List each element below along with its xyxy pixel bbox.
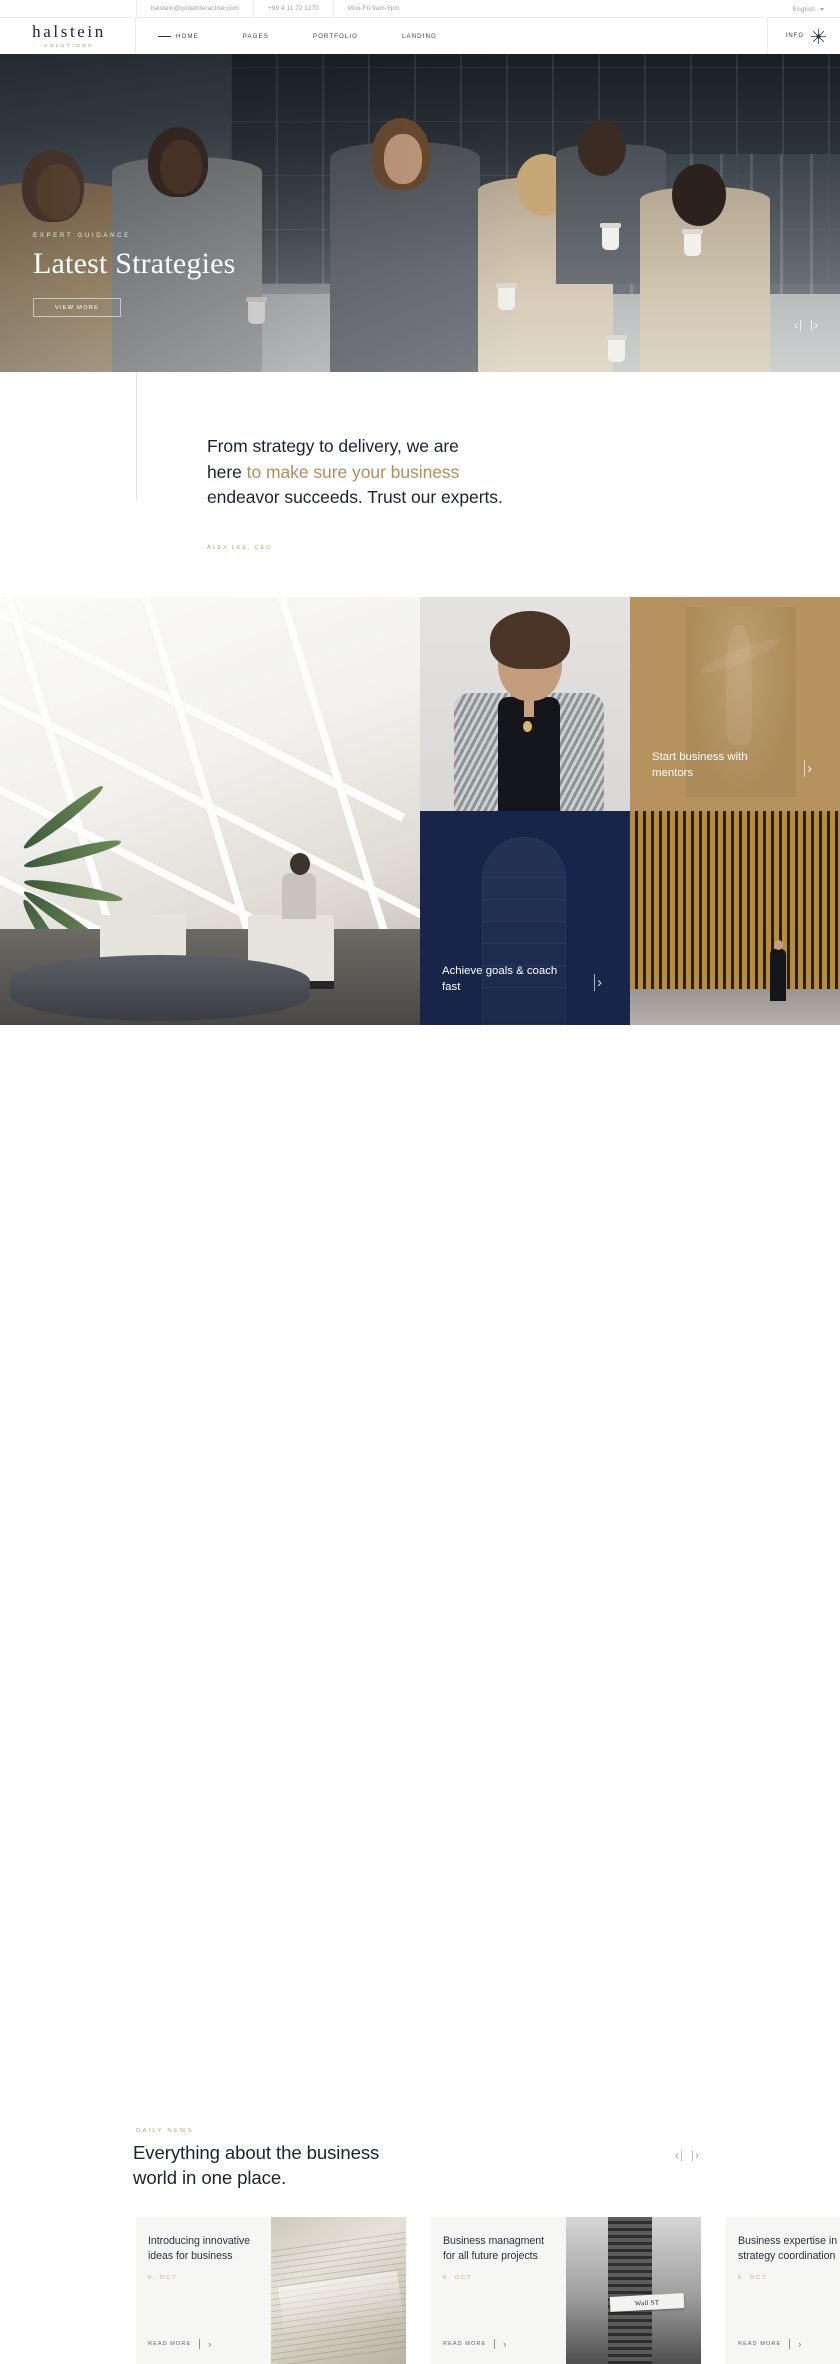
news-card-title: Business expertise in strategy coordinat…	[738, 2235, 838, 2263]
chevron-down-icon	[820, 7, 824, 11]
active-dash-icon	[158, 35, 171, 37]
quote-line-2-highlight: to make sure your business	[246, 461, 460, 482]
portfolio-right-column: Start business with mentors › Achieve go…	[420, 597, 840, 1025]
news-card-date: 6. OCT	[148, 2274, 178, 2281]
vertical-divider	[136, 372, 137, 500]
news-card[interactable]: Business expertise in strategy coordinat…	[726, 2217, 840, 2364]
news-card-title: Business managment for all future projec…	[443, 2235, 544, 2263]
news-card-body: Business managment for all future projec…	[431, 2217, 566, 2364]
street-sign: Wall ST	[609, 2293, 685, 2312]
news-card-date: 6. OCT	[738, 2274, 768, 2281]
portfolio-cell-arrow[interactable]: ›	[804, 760, 812, 777]
news-card-body: Introducing innovative ideas for busines…	[136, 2217, 271, 2364]
quote-line-1: From strategy to delivery, we are	[207, 436, 459, 456]
logo-wordmark: halstein	[32, 21, 106, 41]
read-more-link[interactable]: READ MORE ›	[738, 2339, 801, 2349]
nav-item-landing[interactable]: LANDING	[402, 33, 459, 40]
news-card-body: Business expertise in strategy coordinat…	[726, 2217, 840, 2364]
building-graphic	[482, 837, 566, 1025]
news-heading: Everything about the business world in o…	[133, 2141, 379, 2190]
hero-prev-button[interactable]: ‹	[794, 319, 801, 331]
news-card-date: 6. OCT	[443, 2274, 473, 2281]
portfolio-caption: Achieve goals & coach fast	[442, 964, 558, 993]
nav-item-pages[interactable]: PAGES	[243, 33, 291, 40]
contact-email[interactable]: halstein@qodeinteractive.com	[136, 0, 255, 18]
read-more-label: READ MORE	[148, 2341, 192, 2347]
news-heading-line-1: Everything about the business	[133, 2142, 380, 2163]
nav-item-label: LANDING	[401, 32, 437, 40]
nav-item-portfolio[interactable]: PORTFOLIO	[313, 33, 380, 40]
info-label: INFO	[785, 33, 804, 39]
nav-item-label: HOME	[176, 32, 199, 40]
news-next-button[interactable]: ›	[692, 2149, 699, 2161]
portfolio-large-image[interactable]	[0, 597, 420, 1025]
view-more-button[interactable]: VIEW MORE	[33, 298, 121, 317]
news-card-image	[271, 2217, 406, 2364]
chevron-right-icon: ›	[208, 2338, 212, 2349]
divider-bar-icon	[494, 2339, 496, 2349]
news-section: DAILY NEWS Everything about the business…	[0, 1025, 840, 2364]
news-kicker: DAILY NEWS	[136, 2128, 194, 2134]
news-prev-button[interactable]: ‹	[675, 2149, 682, 2161]
news-card-image: Wall ST	[566, 2217, 701, 2364]
nav-item-home[interactable]: HOME	[158, 33, 221, 40]
hero-slider-controls: ‹ ›	[794, 319, 818, 331]
news-card[interactable]: Introducing innovative ideas for busines…	[136, 2217, 406, 2364]
contact-phone[interactable]: +99 4 11 72 1270	[254, 0, 334, 18]
site-header: halstein SOLUTIONS HOME PAGES PORTFOLIO …	[0, 17, 840, 54]
divider-bar-icon	[199, 2339, 201, 2349]
read-more-label: READ MORE	[738, 2341, 782, 2347]
news-slider-controls: ‹ ›	[675, 2149, 699, 2161]
read-more-label: READ MORE	[443, 2341, 487, 2347]
quote-text: From strategy to delivery, we are here t…	[207, 434, 627, 511]
quote-author: ALEX LEE, CEO	[207, 545, 273, 552]
logo[interactable]: halstein SOLUTIONS	[0, 17, 136, 54]
language-switcher[interactable]: English	[793, 0, 824, 18]
quote-line-2-plain: here	[207, 461, 247, 482]
hero-content: EXPERT GUIDANCE Latest Strategies VIEW M…	[33, 231, 236, 317]
chevron-right-icon: ›	[798, 2338, 802, 2349]
portfolio-cell-goals[interactable]: Achieve goals & coach fast ›	[420, 811, 630, 1025]
portfolio-cell-arrow[interactable]: ›	[594, 974, 602, 991]
portfolio-grid: Start business with mentors › Achieve go…	[0, 597, 840, 1025]
chevron-right-icon: ›	[503, 2338, 507, 2349]
top-bar: halstein@qodeinteractive.com +99 4 11 72…	[0, 0, 840, 18]
nav-item-label: PAGES	[242, 32, 269, 40]
portfolio-cell-mentors[interactable]: Start business with mentors ›	[630, 597, 840, 811]
hero-next-button[interactable]: ›	[811, 319, 818, 331]
read-more-link[interactable]: READ MORE ›	[443, 2339, 506, 2349]
quote-body: From strategy to delivery, we are here t…	[207, 434, 627, 551]
quote-section: From strategy to delivery, we are here t…	[0, 372, 840, 597]
news-card-title: Introducing innovative ideas for busines…	[148, 2235, 250, 2263]
hero-title: Latest Strategies	[33, 246, 236, 280]
header-info-widget[interactable]: INFO	[766, 18, 826, 54]
portfolio-cell-portrait[interactable]	[420, 597, 630, 811]
read-more-link[interactable]: READ MORE ›	[148, 2339, 211, 2349]
portfolio-cell-slats[interactable]	[630, 811, 840, 1025]
news-card-list: Introducing innovative ideas for busines…	[136, 2217, 840, 2364]
quote-line-3: endeavor succeeds. Trust our experts.	[207, 487, 503, 508]
portfolio-caption: Start business with mentors	[652, 750, 748, 779]
hero-overlay	[0, 54, 840, 372]
working-hours: Mon-Fri 9am-5pm	[347, 4, 400, 12]
hero-slider: EXPERT GUIDANCE Latest Strategies VIEW M…	[0, 54, 840, 372]
logo-tagline: SOLUTIONS	[44, 42, 94, 48]
hero-kicker: EXPERT GUIDANCE	[33, 231, 131, 239]
news-card[interactable]: Business managment for all future projec…	[431, 2217, 701, 2364]
news-heading-line-2: world in one place.	[133, 2166, 287, 2188]
divider-bar-icon	[789, 2339, 791, 2349]
top-bar-contact-group: halstein@qodeinteractive.com +99 4 11 72…	[136, 0, 414, 18]
starburst-icon	[811, 28, 826, 44]
nav-item-label: PORTFOLIO	[312, 32, 358, 40]
main-navigation: HOME PAGES PORTFOLIO LANDING	[158, 33, 481, 40]
language-label: English	[792, 5, 815, 13]
